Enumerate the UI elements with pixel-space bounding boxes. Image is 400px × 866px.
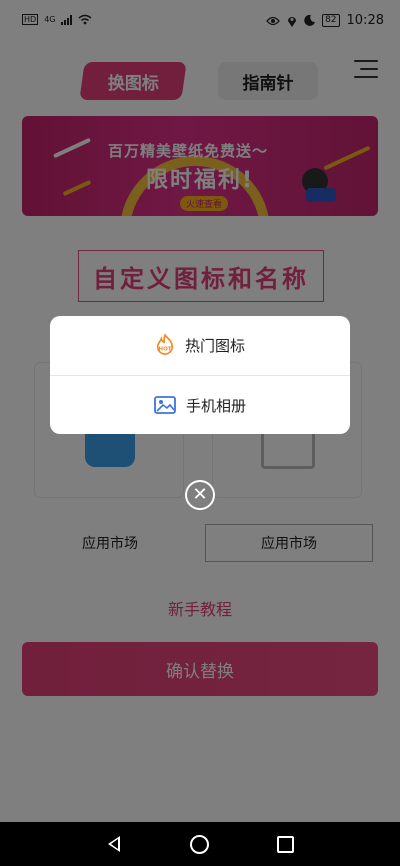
system-nav-bar (0, 822, 400, 866)
back-icon[interactable] (108, 836, 120, 852)
phone-album-label: 手机相册 (185, 396, 246, 415)
gallery-icon (154, 396, 176, 414)
icon-source-picker: HOT 热门图标 手机相册 (50, 316, 350, 434)
hot-icons-label: 热门图标 (184, 336, 245, 355)
close-circle-icon[interactable]: ✕ (185, 480, 215, 510)
hot-icon: HOT (156, 334, 174, 355)
app-screen: HD 4G 82 10:28 换图标 指南针 百万精美壁纸免费送～ 限时福利! … (0, 0, 400, 866)
recent-apps-icon[interactable] (277, 836, 294, 853)
hot-icon-badge: HOT (159, 346, 172, 352)
home-icon[interactable] (190, 835, 209, 854)
phone-album-option[interactable]: 手机相册 (50, 376, 350, 434)
hot-icons-option[interactable]: HOT 热门图标 (50, 316, 350, 374)
